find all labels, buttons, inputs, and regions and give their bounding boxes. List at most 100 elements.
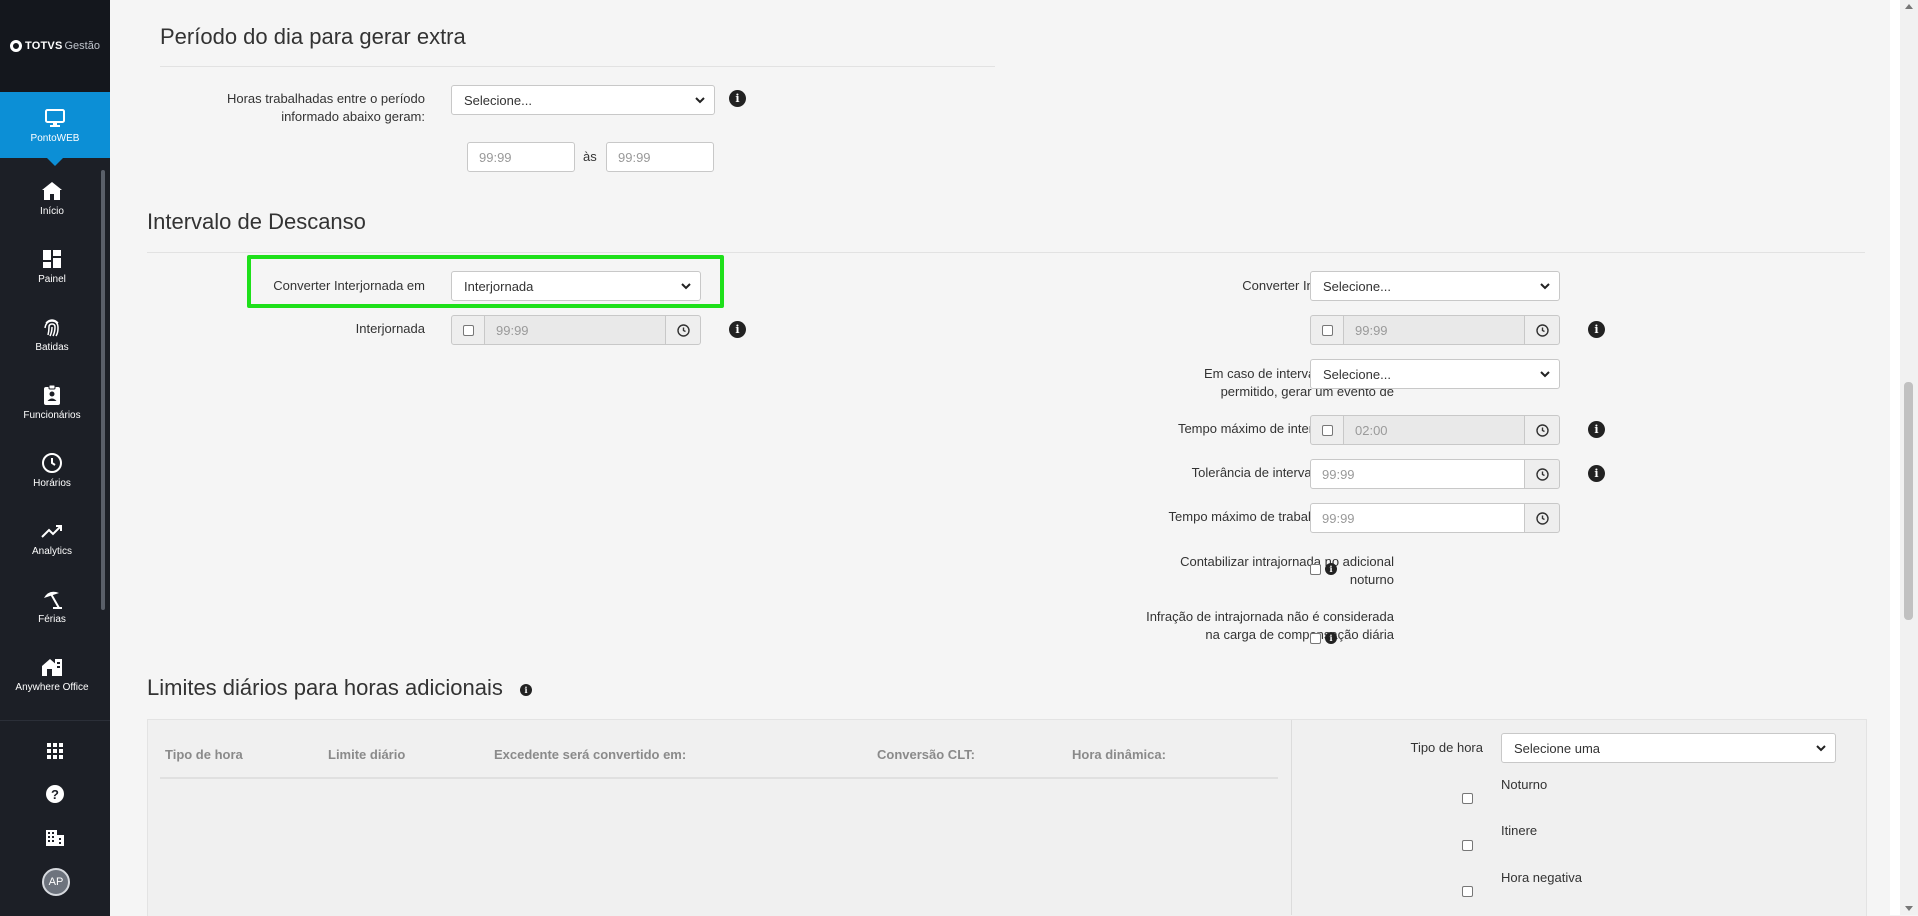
select-value: Selecione uma (1514, 740, 1600, 756)
noturno-label: Noturno (1501, 777, 1548, 792)
intrajornada-checkbox-wrap (1310, 315, 1344, 345)
clock-addon[interactable] (665, 315, 701, 345)
horas-trabalhadas-label: Horas trabalhadas entre o período inform… (226, 91, 425, 124)
chevron-down-icon (1540, 371, 1550, 378)
sidebar-item-label: Férias (38, 613, 66, 625)
contabilizar-label: Contabilizar intrajornada no adicional n… (1180, 554, 1394, 587)
select-value: Selecione... (1323, 366, 1391, 382)
clock-addon[interactable] (1524, 315, 1560, 345)
sidebar-item-label: Horários (33, 477, 71, 489)
intrajornada-input[interactable]: 99:99 (1343, 315, 1525, 345)
clock-addon[interactable] (1524, 415, 1560, 445)
content-edge (1890, 0, 1900, 915)
sidebar-item-label: PontoWEB (30, 132, 80, 144)
tipo-hora-label: Tipo de hora (1410, 740, 1483, 755)
sidebar-item-painel[interactable]: Painel (0, 236, 104, 296)
hora-negativa-label: Hora negativa (1501, 870, 1582, 885)
info-icon[interactable]: i (1588, 321, 1605, 338)
sidebar-item-inicio[interactable]: Início (0, 168, 104, 228)
sidebar-item-label: Painel (38, 273, 66, 285)
main-content: Período do dia para gerar extra Horas tr… (110, 0, 1890, 916)
tipo-hora-select[interactable]: Selecione uma (1501, 733, 1836, 763)
intrajornada-checkbox[interactable] (1321, 324, 1333, 336)
contabilizar-checkbox[interactable] (1310, 564, 1321, 575)
tolerancia-input[interactable]: 99:99 (1310, 459, 1525, 489)
divider (1291, 720, 1292, 915)
column-header: Excedente será convertido em: (494, 747, 687, 762)
info-icon[interactable]: i (520, 684, 532, 696)
interjornada-checkbox[interactable] (462, 324, 474, 336)
home-icon (41, 180, 63, 202)
page-scrollbar[interactable] (1900, 0, 1918, 915)
sidebar-item-horarios[interactable]: Horários (0, 440, 104, 500)
app-logo[interactable]: TOTVS Gestão (0, 0, 110, 92)
hora-negativa-checkbox[interactable] (1462, 886, 1473, 897)
building-icon[interactable] (44, 827, 66, 849)
chevron-down-icon (1816, 745, 1826, 752)
scrollbar-thumb[interactable] (1904, 382, 1913, 620)
info-icon[interactable]: i (1588, 465, 1605, 482)
converter-intrajornada-select[interactable]: Selecione... (1310, 271, 1560, 301)
beach-umbrella-icon (41, 588, 63, 610)
periodo-fim-input[interactable]: 99:99 (606, 142, 714, 172)
clock-addon[interactable] (1524, 459, 1560, 489)
section-title-limites: Limites diários para horas adicionais (147, 675, 503, 700)
sidebar-item-funcionarios[interactable]: Funcionários (0, 372, 104, 432)
sidebar: TOTVS Gestão PontoWEB Início Painel Bati… (0, 0, 110, 916)
clock-icon (1535, 423, 1549, 437)
apps-grid-icon[interactable] (44, 740, 66, 762)
divider (160, 66, 995, 67)
interjornada-input[interactable]: 99:99 (484, 315, 666, 345)
tempo-maximo-input[interactable]: 02:00 (1343, 415, 1525, 445)
converter-interjornada-select[interactable]: Interjornada (451, 271, 701, 301)
clock-icon (1535, 467, 1549, 481)
svg-text:?: ? (51, 787, 59, 802)
select-value: Selecione... (1323, 278, 1391, 294)
section-title-intervalo: Intervalo de Descanso (147, 209, 366, 234)
sidebar-scrollbar[interactable] (101, 170, 105, 610)
sidebar-item-ferias[interactable]: Férias (0, 576, 104, 636)
totvs-logo-icon (10, 40, 23, 52)
scroll-up-icon[interactable] (1905, 4, 1913, 9)
monitor-icon (44, 107, 66, 129)
clock-addon[interactable] (1524, 503, 1560, 533)
chevron-down-icon (1540, 283, 1550, 290)
fingerprint-icon (42, 316, 62, 338)
home-office-icon (41, 656, 63, 678)
clock-icon (1535, 323, 1549, 337)
section-title-periodo: Período do dia para gerar extra (160, 24, 466, 49)
intervalo-superior-select[interactable]: Selecione... (1310, 359, 1560, 389)
tempo-maximo-trabalho-input[interactable]: 99:99 (1310, 503, 1525, 533)
periodo-inicio-input[interactable]: 99:99 (467, 142, 575, 172)
info-icon[interactable]: i (729, 321, 746, 338)
sidebar-item-analytics[interactable]: Analytics (0, 508, 104, 568)
scroll-down-icon[interactable] (1905, 906, 1913, 911)
sidebar-item-anywhere-office[interactable]: Anywhere Office (0, 644, 104, 704)
sidebar-item-batidas[interactable]: Batidas (0, 304, 104, 364)
sidebar-item-label: Funcionários (23, 409, 81, 421)
logo-brand: TOTVS (25, 40, 63, 52)
select-value: Interjornada (464, 278, 534, 294)
info-icon[interactable]: i (1325, 632, 1337, 644)
sidebar-item-pontoweb[interactable]: PontoWEB (0, 92, 110, 166)
itinere-checkbox[interactable] (1462, 840, 1473, 851)
interjornada-checkbox-wrap (451, 315, 485, 345)
horas-trabalhadas-select[interactable]: Selecione... (451, 85, 715, 115)
noturno-checkbox[interactable] (1462, 793, 1473, 804)
periodo-separator: às (583, 149, 597, 164)
infracao-checkbox[interactable] (1310, 633, 1321, 644)
clock-icon (1535, 511, 1549, 525)
select-value: Selecione... (464, 92, 532, 108)
info-icon[interactable]: i (1588, 421, 1605, 438)
clock-icon (676, 323, 690, 337)
tempo-maximo-checkbox[interactable] (1321, 424, 1333, 436)
sidebar-item-label: Batidas (35, 341, 69, 353)
divider (147, 252, 1865, 253)
avatar[interactable]: AP (42, 868, 70, 896)
info-icon[interactable]: i (729, 90, 746, 107)
help-icon[interactable]: ? (44, 783, 66, 805)
sidebar-item-label: Analytics (31, 545, 72, 557)
info-icon[interactable]: i (1325, 563, 1337, 575)
sidebar-item-label: Início (40, 205, 64, 217)
column-header: Hora dinâmica: (1072, 747, 1166, 762)
